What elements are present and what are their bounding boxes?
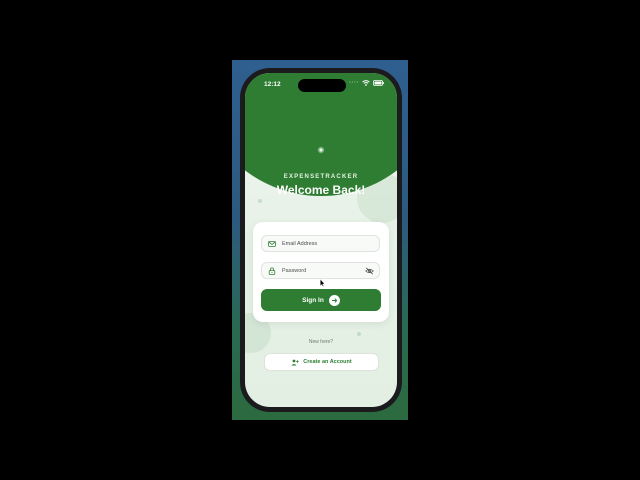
app-name: EXPENSETRACKER bbox=[283, 174, 359, 180]
sign-in-label: Sign In bbox=[302, 296, 324, 304]
signal-icon: ···· bbox=[349, 80, 359, 86]
page-title: Welcome Back! bbox=[276, 183, 366, 197]
wifi-icon bbox=[362, 80, 370, 86]
decor-dot bbox=[258, 199, 262, 203]
battery-icon bbox=[373, 80, 384, 86]
status-time: 12:12 bbox=[264, 81, 281, 88]
mouse-cursor-icon bbox=[320, 279, 325, 287]
new-user-prompt: New here? bbox=[308, 339, 334, 345]
create-account-label: Create an Account bbox=[303, 359, 352, 365]
app-screen: 12:12 ···· EXPENSETRACKER Welcome Back! … bbox=[245, 73, 397, 407]
email-field[interactable] bbox=[261, 235, 380, 252]
password-input[interactable] bbox=[282, 264, 362, 277]
dynamic-island bbox=[298, 79, 346, 92]
login-card: Sign In bbox=[253, 222, 389, 322]
create-account-button[interactable]: Create an Account bbox=[264, 353, 379, 371]
mail-icon bbox=[268, 241, 276, 247]
status-icons: ···· bbox=[349, 80, 384, 86]
arrow-right-icon bbox=[328, 294, 340, 306]
decor-dot bbox=[357, 332, 361, 336]
phone-frame: 12:12 ···· EXPENSETRACKER Welcome Back! … bbox=[240, 68, 402, 412]
email-input[interactable] bbox=[282, 237, 362, 250]
eye-off-icon[interactable] bbox=[365, 267, 374, 275]
sign-in-button[interactable]: Sign In bbox=[261, 289, 381, 311]
password-field[interactable] bbox=[261, 262, 380, 279]
app-logo-icon bbox=[317, 146, 325, 154]
lock-icon bbox=[268, 267, 276, 275]
add-user-icon bbox=[291, 359, 299, 365]
